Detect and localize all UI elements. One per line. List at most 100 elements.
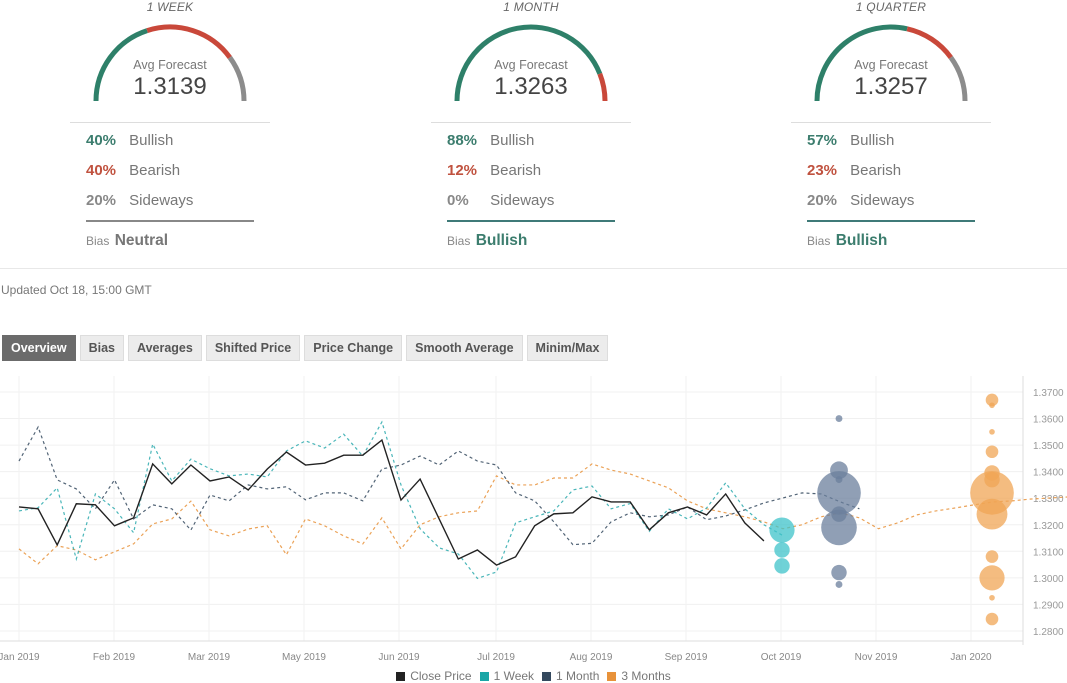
- bias-underline: [807, 220, 975, 222]
- sentiment-row-bull: 57% Bullish: [807, 132, 894, 149]
- legend-swatch: [479, 671, 489, 681]
- legend-swatch: [542, 671, 552, 681]
- x-tick-label: Jan 2019: [0, 652, 40, 663]
- gauge-title: 1 MONTH: [503, 0, 559, 14]
- y-tick-label: 1.3500: [1033, 441, 1064, 452]
- x-tick-label: Nov 2019: [855, 652, 898, 663]
- sentiment-percent: 40%: [86, 162, 117, 179]
- legend-swatch: [396, 671, 406, 681]
- forecast-bubble-1-month: [835, 415, 843, 423]
- gauge-separator: [791, 122, 991, 123]
- gauge-segment-bearish: [146, 24, 232, 59]
- legend-item-1-week[interactable]: 1 Week: [479, 669, 534, 683]
- forecast-bubble-3-months: [989, 594, 995, 601]
- forecast-bubble-1-month: [831, 506, 847, 522]
- updated-timestamp: Updated Oct 18, 15:00 GMT: [1, 283, 152, 297]
- sentiment-row-bull: 40% Bullish: [86, 132, 173, 149]
- series-line-close-price: [18, 438, 765, 566]
- forecast-bubble-3-months: [989, 402, 995, 409]
- sentiment-label: Bullish: [850, 132, 895, 149]
- sentiment-label: Bullish: [129, 132, 174, 149]
- sentiment-row-bear: 23% Bearish: [807, 162, 901, 179]
- forecast-bubble-1-month: [831, 564, 847, 581]
- y-tick-label: 1.3200: [1033, 521, 1064, 532]
- tab-bias[interactable]: Bias: [79, 335, 124, 361]
- x-tick-label: Mar 2019: [188, 652, 231, 663]
- forecast-bubble-1-week: [774, 542, 790, 558]
- bias-underline: [86, 220, 254, 222]
- tab-averages[interactable]: Averages: [128, 335, 202, 361]
- x-tick-label: Jun 2019: [378, 652, 420, 663]
- x-tick-label: Oct 2019: [761, 652, 802, 663]
- sentiment-label: Bearish: [850, 162, 902, 179]
- x-tick-label: Sep 2019: [665, 652, 708, 663]
- y-tick-label: 1.3600: [1033, 415, 1064, 426]
- tab-price-change[interactable]: Price Change: [304, 335, 403, 361]
- sentiment-row-side: 20% Sideways: [86, 192, 193, 209]
- bias-underline: [447, 220, 615, 222]
- y-tick-label: 1.3400: [1033, 468, 1064, 479]
- forecast-chart: 1.3700 1.3600 1.3500 1.3400 1.3300 1.3200 1.31…: [0, 376, 1067, 663]
- sentiment-row-bear: 12% Bearish: [447, 162, 541, 179]
- bias-label: Bias: [447, 234, 471, 248]
- sentiment-percent: 40%: [86, 132, 117, 149]
- tab-minim-max[interactable]: Minim/Max: [526, 335, 609, 361]
- x-tick-label: May 2019: [282, 652, 326, 663]
- gauge-separator: [431, 122, 631, 123]
- sentiment-percent: 12%: [447, 162, 478, 179]
- legend-item-1-month[interactable]: 1 Month: [542, 669, 599, 683]
- legend-item-3-months[interactable]: 3 Months: [607, 669, 671, 683]
- bias-label: Bias: [86, 234, 110, 248]
- tab-smooth-average[interactable]: Smooth Average: [406, 335, 523, 361]
- avg-forecast-value: 1.3263: [494, 73, 568, 100]
- avg-forecast-label: Avg Forecast: [133, 58, 207, 72]
- sentiment-percent: 0%: [447, 192, 469, 209]
- x-tick-label: Aug 2019: [570, 652, 613, 663]
- gauge-separator: [70, 122, 270, 123]
- sentiment-percent: 88%: [447, 132, 478, 149]
- sentiment-row-side: 0% Sideways: [447, 192, 554, 209]
- sentiment-label: Sideways: [490, 192, 555, 209]
- bias-label: Bias: [807, 234, 831, 248]
- bias-value: Bullish: [475, 232, 528, 249]
- forecast-bubble-3-months: [976, 498, 1008, 530]
- forecast-bubble-3-months: [985, 550, 999, 563]
- x-tick-label: Jul 2019: [477, 652, 515, 663]
- sentiment-row-side: 20% Sideways: [807, 192, 914, 209]
- avg-forecast-label: Avg Forecast: [494, 58, 568, 72]
- sentiment-percent: 57%: [807, 132, 838, 149]
- tab-shifted-price[interactable]: Shifted Price: [205, 335, 301, 361]
- sentiment-percent: 20%: [807, 192, 838, 209]
- legend-item-close-price[interactable]: Close Price: [396, 669, 472, 683]
- y-tick-label: 1.2900: [1033, 600, 1064, 611]
- forecast-bubble-1-month: [835, 581, 843, 588]
- forecast-bubble-1-week: [774, 558, 790, 574]
- y-tick-label: 1.3000: [1033, 574, 1064, 585]
- forecast-bubble-3-months: [984, 471, 1000, 488]
- section-divider: [0, 268, 1067, 269]
- gauge-title: 1 QUARTER: [855, 0, 927, 14]
- sentiment-label: Sideways: [129, 192, 194, 209]
- forecast-bubble-1-month: [835, 476, 843, 484]
- tab-overview[interactable]: Overview: [2, 335, 76, 361]
- gauge-segment-bearish: [906, 26, 953, 60]
- bias-value: Neutral: [114, 232, 169, 249]
- sentiment-label: Bearish: [490, 162, 542, 179]
- sentiment-percent: 23%: [807, 162, 838, 179]
- sentiment-row-bear: 40% Bearish: [86, 162, 180, 179]
- sentiment-row-bull: 88% Bullish: [447, 132, 534, 149]
- sentiment-label: Bearish: [129, 162, 181, 179]
- forecast-bubble-3-months: [985, 612, 999, 626]
- forecast-bubble-3-months: [979, 565, 1005, 591]
- sentiment-label: Bullish: [490, 132, 535, 149]
- y-tick-label: 1.3100: [1033, 547, 1064, 558]
- bias-indicator: Bias Neutral: [86, 232, 168, 250]
- y-tick-label: 1.3700: [1033, 388, 1064, 399]
- y-tick-label: 1.3300: [1033, 494, 1064, 505]
- avg-forecast-value: 1.3257: [854, 73, 928, 100]
- gauge-title: 1 WEEK: [146, 0, 194, 14]
- chart-legend: Close Price 1 Week 1 Month 3 Months: [0, 669, 1067, 683]
- bias-indicator: Bias Bullish: [807, 232, 887, 250]
- y-tick-label: 1.2800: [1033, 627, 1064, 638]
- sentiment-label: Sideways: [850, 192, 915, 209]
